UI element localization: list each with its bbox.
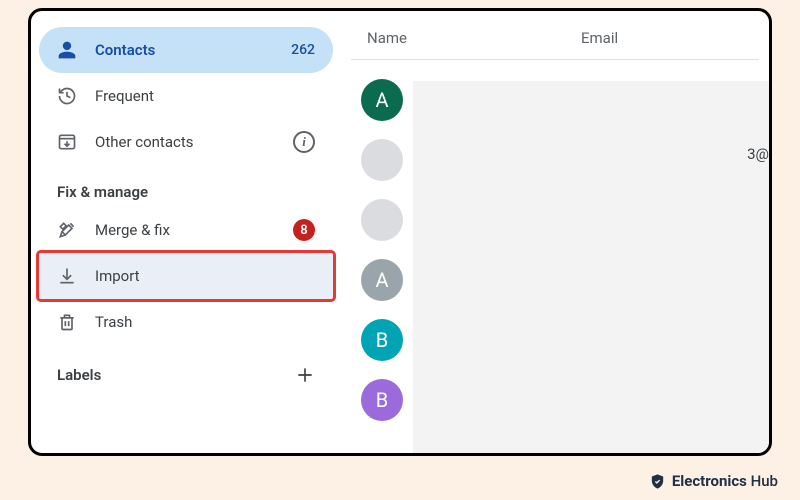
contact-row[interactable] [341, 190, 769, 250]
add-label-button[interactable] [295, 365, 315, 385]
contact-row[interactable]: A [341, 70, 769, 130]
sidebar-labels-header[interactable]: Labels [39, 351, 333, 399]
sidebar-item-label: Contacts [95, 41, 291, 59]
contact-row[interactable]: A [341, 250, 769, 310]
merge-fix-badge: 8 [293, 219, 315, 241]
contacts-list: AABB [341, 70, 769, 430]
app-window: Contacts 262 Frequent Other contacts i F… [28, 8, 772, 456]
sidebar-item-label: Other contacts [95, 133, 293, 151]
avatar: B [361, 319, 403, 361]
avatar: A [361, 259, 403, 301]
column-headers: Name Email [351, 19, 759, 60]
info-icon[interactable]: i [293, 131, 315, 153]
branding-text-rest: Hub [747, 472, 778, 490]
archive-down-icon [57, 132, 77, 152]
branding-text-bold: Electronics [672, 472, 747, 490]
sidebar-item-label: Trash [95, 313, 315, 331]
labels-label: Labels [57, 366, 101, 384]
sidebar-item-frequent[interactable]: Frequent [39, 73, 333, 119]
contact-row[interactable]: B [341, 370, 769, 430]
trash-icon [57, 312, 77, 332]
sidebar-item-label: Import [95, 267, 315, 285]
download-icon [57, 266, 77, 286]
avatar [361, 139, 403, 181]
shield-icon [649, 473, 666, 490]
main-content: Name Email 3@ AABB [341, 11, 769, 453]
sidebar: Contacts 262 Frequent Other contacts i F… [31, 11, 341, 453]
avatar: A [361, 79, 403, 121]
sidebar-item-contacts[interactable]: Contacts 262 [39, 27, 333, 73]
sidebar-item-other-contacts[interactable]: Other contacts i [39, 119, 333, 165]
sidebar-section-fix-manage: Fix & manage [39, 165, 333, 207]
contacts-count: 262 [291, 42, 315, 58]
avatar: B [361, 379, 403, 421]
contact-row[interactable] [341, 130, 769, 190]
sidebar-item-import[interactable]: Import [39, 253, 333, 299]
sidebar-item-merge-fix[interactable]: Merge & fix 8 [39, 207, 333, 253]
sidebar-item-label: Frequent [95, 87, 315, 105]
avatar [361, 199, 403, 241]
column-header-email[interactable]: Email [581, 29, 759, 47]
branding-watermark: Electronics Hub [649, 472, 778, 490]
history-icon [57, 86, 77, 106]
sidebar-item-label: Merge & fix [95, 221, 293, 239]
person-icon [57, 40, 77, 60]
tools-icon [57, 220, 77, 240]
column-header-name[interactable]: Name [351, 29, 581, 47]
contact-row[interactable]: B [341, 310, 769, 370]
sidebar-item-trash[interactable]: Trash [39, 299, 333, 345]
